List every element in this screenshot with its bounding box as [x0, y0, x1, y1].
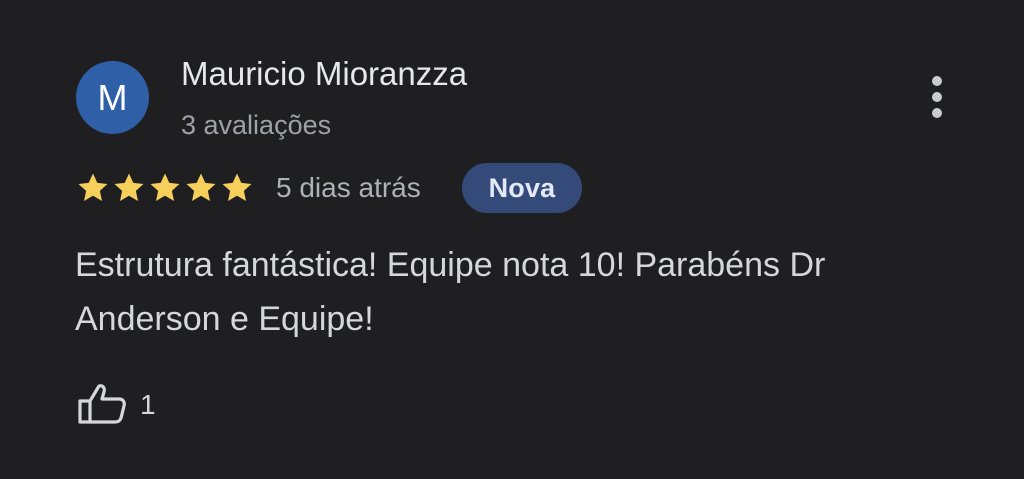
avatar[interactable]: M: [76, 61, 149, 134]
more-vert-icon-dot: [932, 92, 942, 102]
more-vert-icon-dot: [932, 108, 942, 118]
review-card: M Mauricio Mioranzza 3 avaliações 5 dias…: [0, 0, 1024, 479]
like-button[interactable]: 1: [76, 380, 160, 428]
reviewer-name[interactable]: Mauricio Mioranzza: [181, 54, 467, 94]
review-date: 5 dias atrás: [276, 172, 421, 203]
star-icon: [114, 173, 144, 201]
star-icon: [222, 173, 252, 201]
like-count: 1: [140, 389, 156, 420]
review-text: Estrutura fantástica! Equipe nota 10! Pa…: [75, 246, 826, 338]
more-vert-icon: [932, 76, 942, 86]
thumb-up-icon: [78, 384, 126, 424]
more-options-button[interactable]: [918, 70, 956, 124]
star-rating: [76, 171, 256, 205]
star-icon: [78, 173, 108, 201]
star-icon: [150, 173, 180, 201]
review-count: 3 avaliações: [181, 110, 332, 140]
new-badge: Nova: [462, 163, 582, 213]
star-icon: [186, 173, 216, 201]
